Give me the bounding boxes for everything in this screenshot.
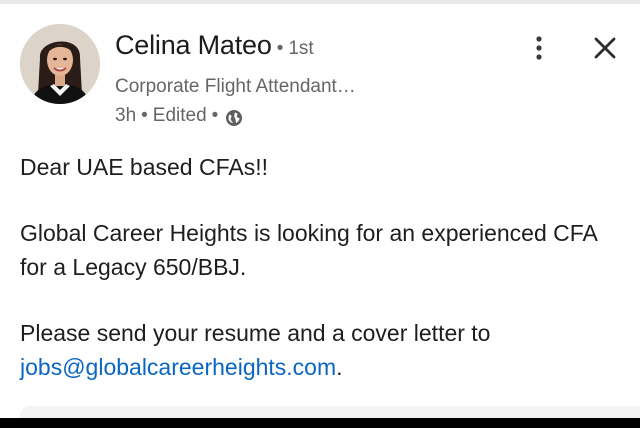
separator-dot: •: [276, 38, 284, 59]
separator-dot: •: [211, 105, 219, 126]
avatar[interactable]: [20, 24, 100, 104]
next-card-edge: [20, 406, 640, 418]
contact-text: Please send your resume and a cover lett…: [20, 320, 491, 346]
edited-label: Edited: [152, 105, 207, 126]
author-headline: Corporate Flight Attendant…: [115, 76, 356, 97]
bottom-bar: [0, 418, 640, 428]
post-paragraph: Global Career Heights is looking for an …: [20, 220, 597, 280]
globe-icon: [225, 109, 243, 127]
contact-suffix: .: [336, 354, 343, 380]
post-paragraph-contact: Please send your resume and a cover lett…: [20, 316, 620, 384]
close-icon[interactable]: [593, 36, 617, 60]
feed-post-card: Celina Mateo • 1st Corporate Flight Atte…: [0, 4, 640, 418]
author-name-row: Celina Mateo • 1st: [115, 30, 314, 64]
avatar-photo: [20, 24, 100, 104]
post-time: 3h: [115, 105, 137, 126]
email-link[interactable]: jobs@globalcareerheights.com: [20, 354, 336, 380]
post-meta: 3h • Edited •: [115, 105, 243, 127]
connection-degree: 1st: [288, 38, 314, 59]
author-name[interactable]: Celina Mateo: [115, 30, 272, 61]
post-body: Dear UAE based CFAs!! Global Career Heig…: [20, 150, 620, 384]
post-greeting: Dear UAE based CFAs!!: [20, 154, 268, 180]
separator-dot: •: [141, 105, 148, 126]
more-options-icon[interactable]: [527, 34, 551, 62]
